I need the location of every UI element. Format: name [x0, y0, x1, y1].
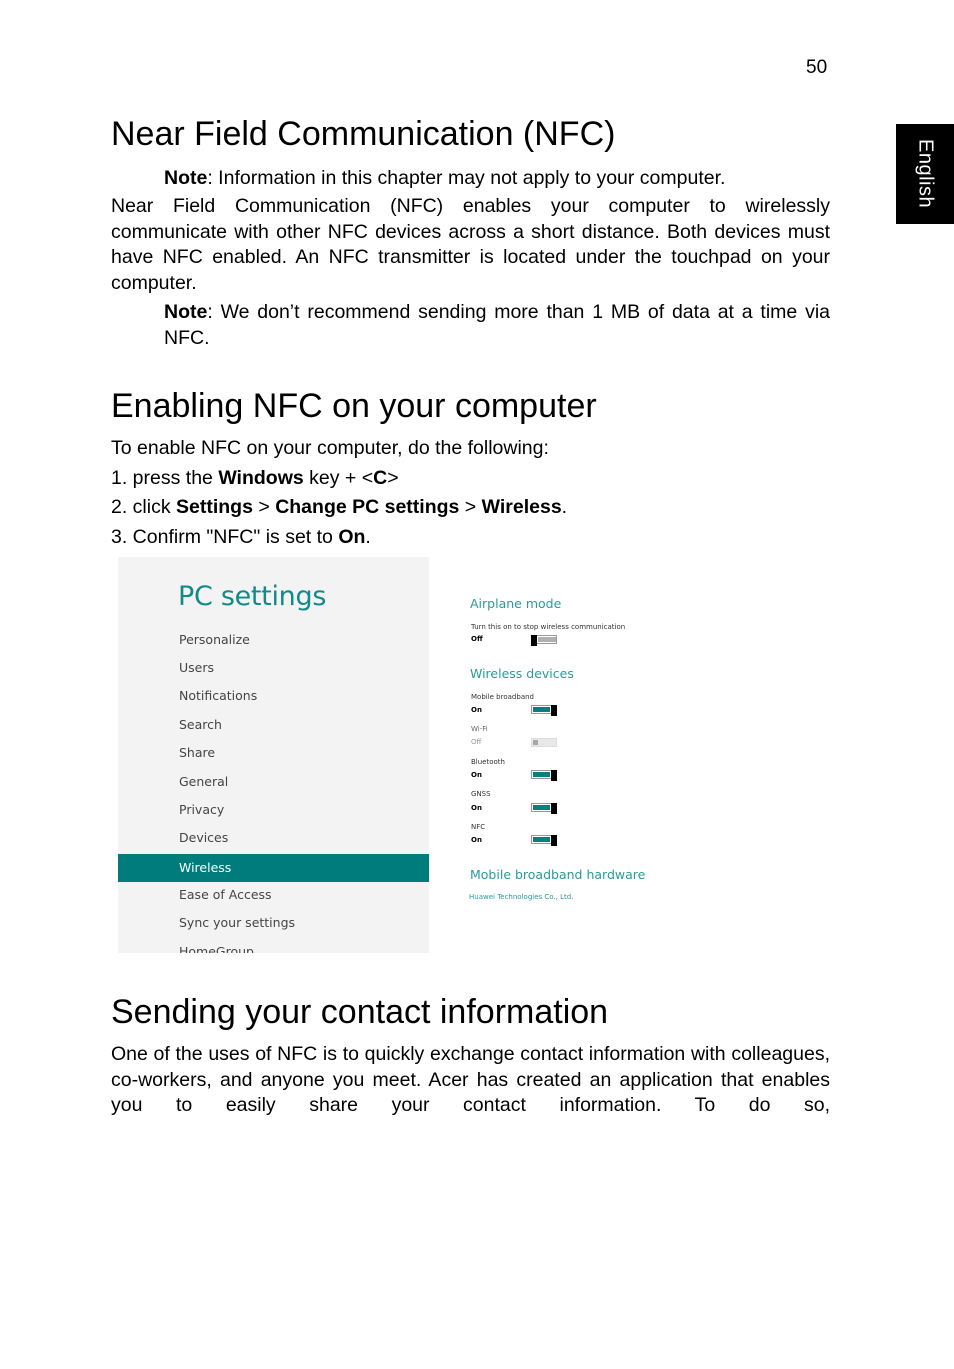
- nav-item-users[interactable]: Users: [118, 654, 429, 682]
- wireless-settings-pane: Airplane mode Turn this on to stop wirel…: [468, 557, 658, 953]
- note-text: : We don’t recommend sending more than 1…: [164, 301, 830, 349]
- mobile-broadband-label: Mobile broadband: [471, 693, 534, 701]
- nav-item-ease-of-access[interactable]: Ease of Access: [118, 881, 429, 909]
- nfc-label: NFC: [471, 823, 486, 831]
- page-number: 50: [806, 57, 828, 78]
- sending-paragraph: One of the uses of NFC is to quickly exc…: [111, 1043, 830, 1116]
- airplane-mode-toggle[interactable]: [531, 635, 557, 646]
- section-title-sending: Sending your contact information: [111, 993, 609, 1031]
- section-title-enabling: Enabling NFC on your computer: [111, 387, 597, 425]
- bluetooth-toggle[interactable]: [531, 770, 557, 781]
- nav-item-notifications[interactable]: Notifications: [118, 682, 429, 710]
- wireless-devices-title: Wireless devices: [470, 666, 574, 681]
- step-3: 3. Confirm "NFC" is set to On.: [111, 526, 371, 548]
- nav-item-share[interactable]: Share: [118, 739, 429, 767]
- pc-settings-title: PC settings: [178, 581, 327, 612]
- nav-item-privacy[interactable]: Privacy: [118, 796, 429, 824]
- bluetooth-state: On: [471, 771, 482, 779]
- airplane-mode-title: Airplane mode: [470, 596, 562, 611]
- section-title-nfc: Near Field Communication (NFC): [111, 115, 616, 153]
- airplane-mode-state: Off: [471, 635, 483, 643]
- pc-settings-screenshot: PC settings Personalize Users Notificati…: [118, 557, 658, 953]
- note-text: : Information in this chapter may not ap…: [207, 167, 726, 189]
- broadband-hardware-vendor[interactable]: Huawei Technologies Co., Ltd.: [469, 893, 573, 901]
- bluetooth-label: Bluetooth: [471, 758, 505, 766]
- mobile-broadband-toggle[interactable]: [531, 705, 557, 716]
- language-tab-label: English: [914, 139, 937, 209]
- nav-item-devices[interactable]: Devices: [118, 824, 429, 852]
- wifi-state: Off: [471, 738, 482, 746]
- nav-item-general[interactable]: General: [118, 768, 429, 796]
- nav-item-sync-settings[interactable]: Sync your settings: [118, 909, 429, 937]
- note-label: Note: [164, 301, 208, 323]
- airplane-mode-desc: Turn this on to stop wireless communicat…: [471, 623, 626, 631]
- note-label: Note: [164, 167, 208, 189]
- nfc-state: On: [471, 836, 482, 844]
- note-chapter: Note: Information in this chapter may no…: [164, 166, 830, 192]
- note-data-size: Note: We don’t recommend sending more th…: [164, 300, 830, 351]
- broadband-hardware-title: Mobile broadband hardware: [470, 867, 646, 882]
- nav-item-personalize[interactable]: Personalize: [118, 626, 429, 654]
- wifi-toggle[interactable]: [531, 738, 557, 747]
- mobile-broadband-state: On: [471, 706, 482, 714]
- enable-intro: To enable NFC on your computer, do the f…: [111, 437, 549, 459]
- gnss-state: On: [471, 804, 482, 812]
- nav-item-search[interactable]: Search: [118, 711, 429, 739]
- settings-nav-pane: PC settings Personalize Users Notificati…: [118, 557, 429, 953]
- language-tab: English: [896, 124, 954, 224]
- step-1: 1. press the Windows key + <C>: [111, 467, 399, 489]
- nav-item-homegroup[interactable]: HomeGroup: [118, 938, 429, 953]
- nav-item-wireless[interactable]: Wireless: [118, 854, 429, 882]
- nfc-intro-paragraph: Near Field Communication (NFC) enables y…: [111, 195, 830, 294]
- nfc-toggle[interactable]: [531, 835, 557, 846]
- gnss-toggle[interactable]: [531, 803, 557, 814]
- gnss-label: GNSS: [471, 790, 491, 798]
- step-2: 2. click Settings > Change PC settings >…: [111, 496, 568, 518]
- wifi-label: Wi-Fi: [471, 725, 488, 733]
